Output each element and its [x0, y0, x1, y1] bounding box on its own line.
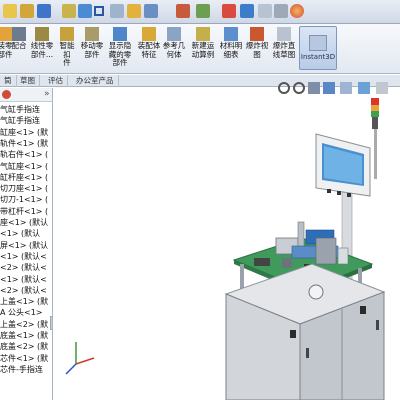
fastener-icon: [60, 27, 74, 41]
tree-item[interactable]: <1> (默认<: [0, 251, 52, 262]
open-icon[interactable]: [20, 4, 34, 18]
feature-tree-header: »: [0, 88, 52, 102]
new-motion-study-button[interactable]: 新建运 动算例: [190, 26, 216, 72]
reference-geometry-button[interactable]: 参考几 何体: [162, 26, 186, 72]
assembly-feature-icon: [142, 27, 156, 41]
exploded-view-icon: [250, 27, 264, 41]
select-icon[interactable]: [110, 4, 124, 18]
options-icon[interactable]: [144, 4, 158, 18]
view-icon[interactable]: [222, 4, 236, 18]
tree-item[interactable]: 芯件<1> (默: [0, 353, 52, 364]
smart-fasteners-button[interactable]: 智能扣 件: [56, 26, 78, 72]
hmi-screen: [315, 133, 371, 197]
show-hidden-icon: [113, 27, 127, 41]
axis-triad: [65, 342, 95, 375]
explode-line-sketch-button[interactable]: 爆炸直 线草图: [271, 26, 297, 72]
previous-view-icon[interactable]: [308, 82, 320, 94]
tree-item[interactable]: <2> (默认<: [0, 285, 52, 296]
save-icon[interactable]: [37, 4, 51, 18]
display-style-icon[interactable]: [358, 82, 370, 94]
tree-item[interactable]: <2> (默认<: [0, 262, 52, 273]
tree-item[interactable]: 屏<1> (默认: [0, 240, 52, 251]
command-manager-ribbon: 装零 部件 配合 线性零 部件... 智能扣 件 移动零 部件 显示隐 藏的零 …: [0, 24, 400, 74]
stop-icon[interactable]: [258, 4, 272, 18]
show-hidden-components-button[interactable]: 显示隐 藏的零 部件: [106, 26, 134, 72]
motion-study-icon: [196, 27, 210, 41]
tree-item[interactable]: 切刀座<1> (: [0, 183, 52, 194]
feature-manager-icon[interactable]: [2, 90, 11, 99]
solidworks-window: 装零 部件 配合 线性零 部件... 智能扣 件 移动零 部件 显示隐 藏的零 …: [0, 0, 400, 400]
tree-item[interactable]: <1> (默认: [0, 228, 52, 239]
exploded-view-button[interactable]: 爆炸视 图: [245, 26, 269, 72]
tree-item[interactable]: 缸座<1> (默: [0, 127, 52, 138]
signal-tower: [371, 98, 379, 179]
feature-tree-panel: » 气缸手指连 气缸手指连 缸座<1> (默 轨件<1> (默 轨右件<1> (气缸座<…: [0, 88, 53, 400]
bill-of-materials-button[interactable]: 材料明 细表: [219, 26, 243, 72]
chevron-right-icon[interactable]: »: [44, 89, 50, 99]
tab-assembly[interactable]: 筒: [0, 75, 17, 87]
linear-pattern-button[interactable]: 线性零 部件...: [28, 26, 56, 72]
instant3d-icon: [309, 35, 327, 51]
tree-item[interactable]: 气缸手指连: [0, 115, 52, 126]
zoom-area-icon[interactable]: [293, 82, 305, 94]
assembly-model: [65, 98, 386, 400]
tree-item[interactable]: 座<1> (默认: [0, 217, 52, 228]
tab-evaluate[interactable]: 评估: [44, 75, 68, 87]
tree-item[interactable]: 带杠杆<1> (: [0, 206, 52, 217]
print-icon[interactable]: [62, 4, 76, 18]
zoom-to-fit-icon[interactable]: [278, 82, 290, 94]
warning-icon[interactable]: [127, 4, 141, 18]
new-doc-icon[interactable]: [3, 4, 17, 18]
tab-sketch[interactable]: 草图: [16, 75, 40, 87]
tree-item[interactable]: 轨右件<1> (: [0, 149, 52, 160]
reference-geometry-icon: [167, 27, 181, 41]
mate-button[interactable]: 配合: [10, 26, 28, 72]
tree-item[interactable]: 上盖<1> (默: [0, 296, 52, 307]
appearance-icon[interactable]: [290, 4, 304, 18]
cabinet-base: [224, 263, 386, 400]
tree-item[interactable]: 底盖<2> (默: [0, 341, 52, 352]
explode-line-icon: [277, 27, 291, 41]
tree-item[interactable]: 气缸手指连: [0, 104, 52, 115]
graphics-area[interactable]: [54, 88, 400, 400]
tree-item[interactable]: <1> (默认<: [0, 274, 52, 285]
quick-access-toolbar: [0, 0, 400, 24]
undo-icon[interactable]: [78, 4, 92, 18]
rebuild-icon[interactable]: [176, 4, 190, 18]
tree-item[interactable]: 缸杆座<1> (: [0, 172, 52, 183]
tree-item[interactable]: 切刀-1<1> (: [0, 194, 52, 205]
tree-item[interactable]: 底盖<1> (默: [0, 330, 52, 341]
tree-item[interactable]: 上盖<2> (默: [0, 319, 52, 330]
check-icon[interactable]: [274, 4, 288, 18]
sum-icon[interactable]: [94, 6, 104, 16]
tree-item[interactable]: A 公头<1>: [0, 307, 52, 318]
tab-office-products[interactable]: 办公室产品: [72, 75, 119, 87]
heads-up-view-toolbar: [276, 80, 400, 96]
move-icon: [85, 27, 99, 41]
section-view-icon[interactable]: [323, 82, 335, 94]
bom-icon: [224, 27, 238, 41]
assembly-features-button[interactable]: 装配体 特征: [136, 26, 162, 72]
tree-item[interactable]: 轨件<1> (默: [0, 138, 52, 149]
grid-icon[interactable]: [196, 4, 210, 18]
tree-item[interactable]: 芯件-手指连: [0, 364, 52, 375]
panel-splitter[interactable]: [50, 316, 52, 330]
move-component-button[interactable]: 移动零 部件: [80, 26, 104, 72]
hide-show-icon[interactable]: [376, 82, 388, 94]
tree-item[interactable]: 气缸座<1> (: [0, 161, 52, 172]
mate-icon: [12, 27, 26, 41]
view-orientation-icon[interactable]: [340, 82, 352, 94]
linear-pattern-icon: [35, 27, 49, 41]
layers-icon[interactable]: [240, 4, 254, 18]
instant3d-button[interactable]: Instant3D: [299, 26, 337, 70]
